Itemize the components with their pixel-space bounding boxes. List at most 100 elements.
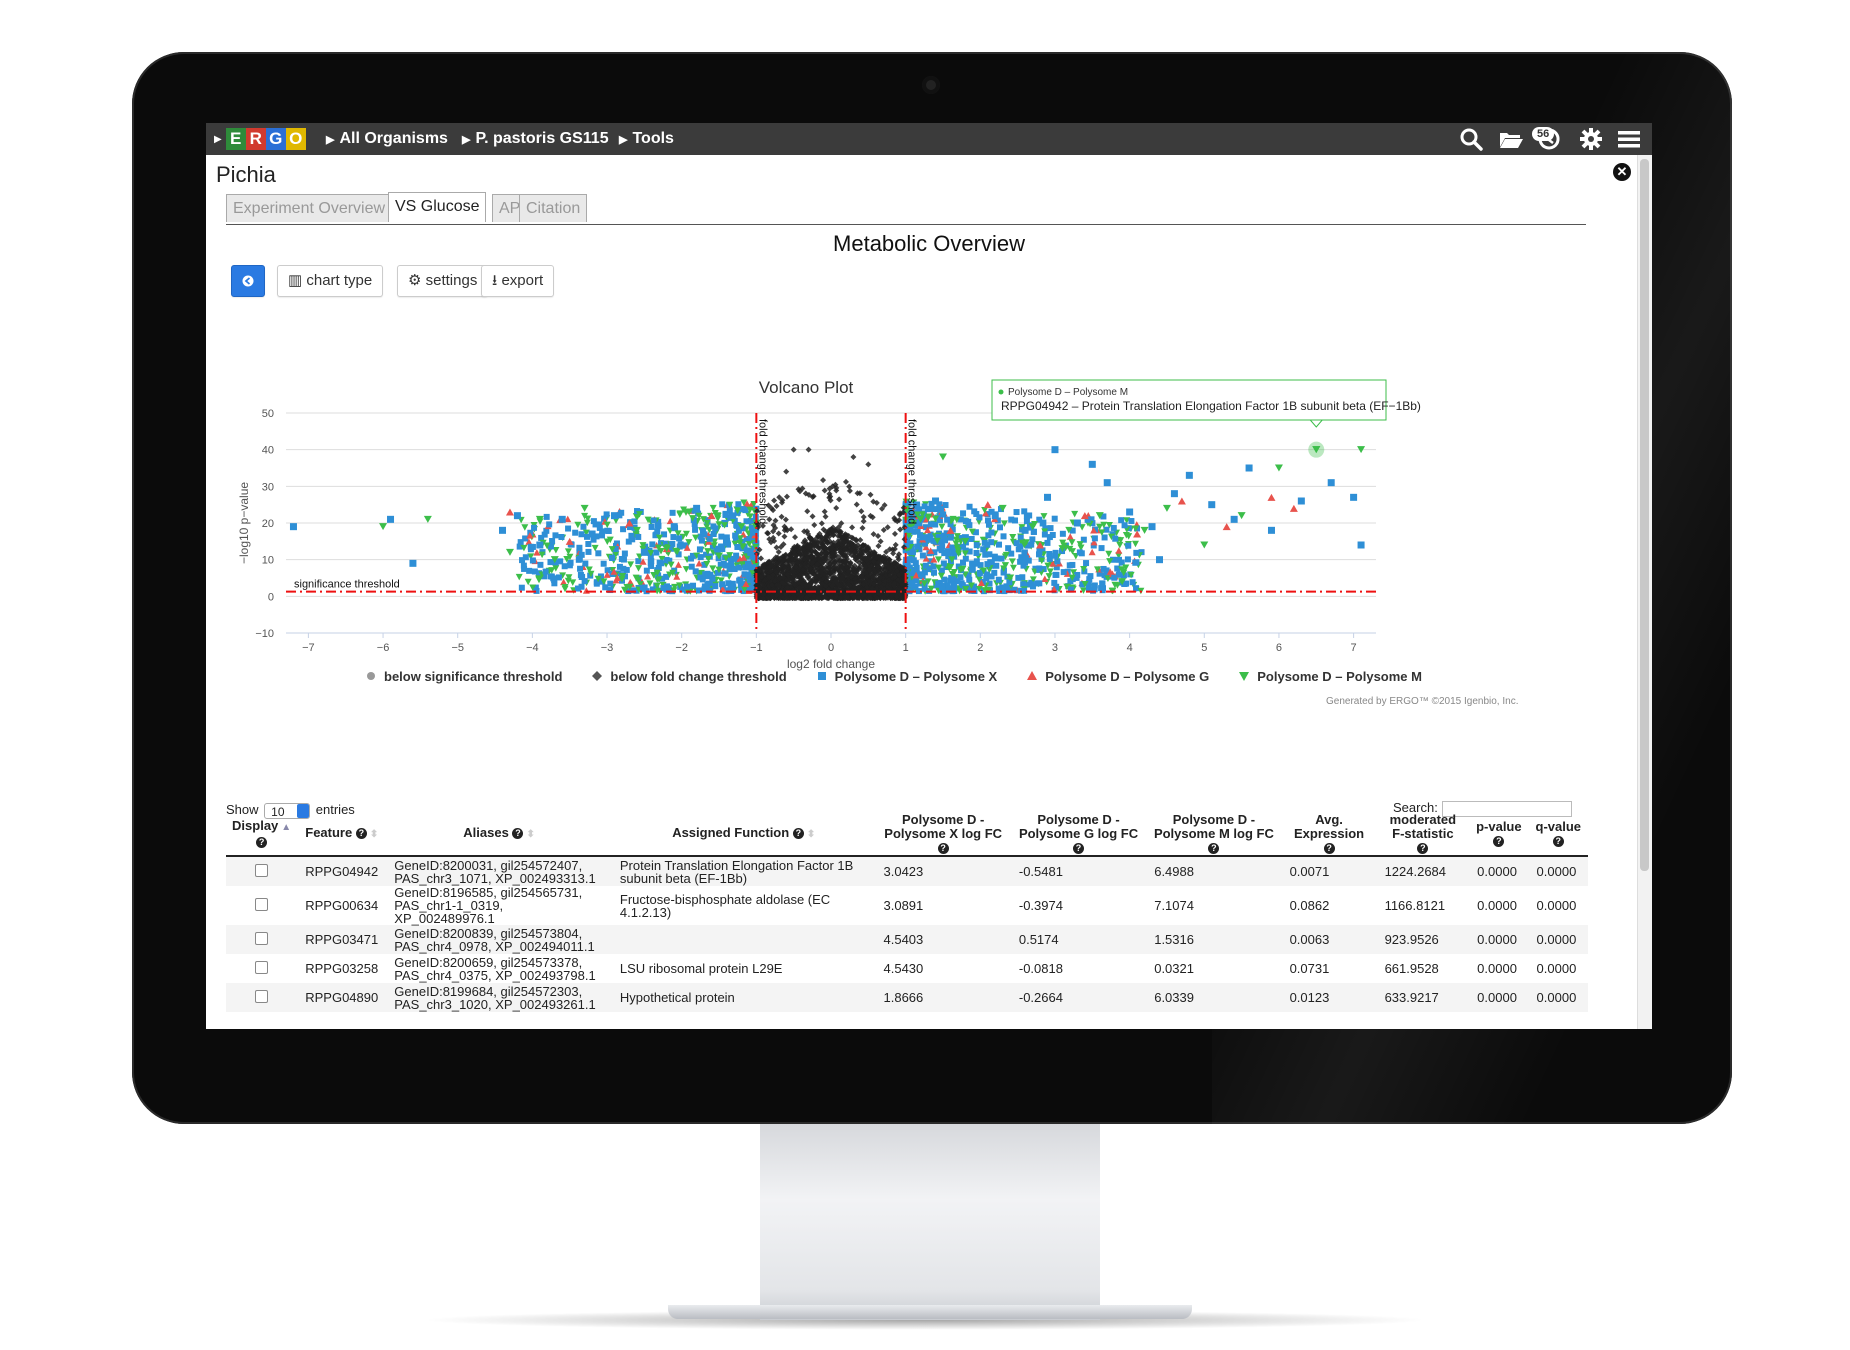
display-checkbox[interactable] — [255, 990, 269, 1003]
data-point — [1021, 526, 1029, 534]
legend-item[interactable]: Polysome D – Polysome X — [817, 666, 997, 686]
data-point — [581, 578, 588, 585]
logo-letter: G — [265, 128, 286, 150]
data-point — [1013, 509, 1020, 516]
data-point — [577, 565, 584, 572]
data-point — [635, 565, 643, 572]
data-point — [907, 526, 914, 533]
data-point — [966, 522, 973, 529]
data-point — [596, 524, 603, 531]
col-display[interactable]: Display ▲? — [226, 813, 298, 857]
col-assigned-function[interactable]: Assigned Function ? ⬍ — [611, 813, 876, 857]
display-checkbox[interactable] — [255, 864, 269, 877]
legend-item[interactable]: below fold change threshold — [592, 666, 787, 686]
cell-feature: RPPG04890 — [297, 983, 387, 1012]
data-point — [820, 477, 827, 484]
nav-all-organisms[interactable]: ▶ All Organisms — [326, 130, 448, 148]
help-icon[interactable]: ? — [1208, 843, 1220, 855]
legend-item[interactable]: Polysome D – Polysome M — [1239, 666, 1422, 686]
data-point — [1060, 569, 1067, 576]
data-point — [1051, 446, 1059, 454]
export-button[interactable]: ⭳ export — [481, 265, 555, 297]
table-row[interactable]: RPPG00634 GeneID:8196585, gil254565731, P… — [226, 886, 1588, 925]
menu-icon[interactable] — [1616, 127, 1642, 151]
cell-function: Hypothetical protein — [611, 983, 876, 1012]
data-point — [1051, 579, 1058, 586]
table-row[interactable]: RPPG04942 GeneID:8200031, gil254572407, P… — [226, 856, 1588, 886]
help-icon[interactable]: ? — [512, 828, 524, 840]
data-point — [379, 523, 388, 531]
tab-experiment-overview[interactable]: Experiment Overview — [226, 194, 393, 222]
tab-citation[interactable]: Citation — [519, 194, 588, 222]
x-tick-label: 5 — [1201, 642, 1207, 654]
help-icon[interactable]: ? — [1073, 843, 1085, 855]
cell-f: 1224.2684 — [1376, 856, 1470, 886]
cell-m: 7.1074 — [1154, 898, 1194, 913]
data-point — [593, 580, 600, 587]
download-icon: ⭳ — [492, 272, 498, 289]
search-icon[interactable] — [1458, 127, 1484, 151]
nav-tools[interactable]: ▶ Tools — [619, 130, 674, 148]
col-avg-expression[interactable]: Avg. Expression? — [1281, 813, 1377, 857]
x-tick-label: −5 — [451, 642, 464, 654]
display-checkbox[interactable] — [255, 932, 269, 945]
x-tick-label: 4 — [1127, 642, 1133, 654]
data-point — [1008, 550, 1015, 557]
data-point — [649, 541, 656, 548]
display-checkbox[interactable] — [255, 898, 269, 911]
close-icon[interactable]: ✕ — [1613, 163, 1631, 181]
tab-vs-glucose[interactable]: VS Glucose — [388, 192, 487, 222]
table-row[interactable]: RPPG03471 GeneID:8200839, gil254573804, P… — [226, 925, 1588, 954]
data-point — [1099, 580, 1106, 587]
nav-organism[interactable]: ▶ P. pastoris GS115 — [462, 130, 609, 148]
cell-feature: RPPG04942 — [297, 856, 387, 886]
chart-type-button[interactable]: ▥ chart type — [277, 265, 384, 297]
back-button[interactable] — [231, 265, 265, 297]
cell-f: 1166.8121 — [1384, 898, 1446, 913]
col-p-value[interactable]: p-value? — [1469, 813, 1529, 857]
data-point — [739, 506, 746, 513]
cell-x: 1.8666 — [875, 983, 1011, 1012]
help-icon[interactable]: ? — [937, 843, 949, 855]
data-point — [809, 513, 816, 520]
data-point — [932, 497, 940, 505]
data-point — [558, 534, 565, 541]
gear-icon[interactable] — [1578, 127, 1604, 151]
col-q-value[interactable]: q-value? — [1528, 813, 1588, 857]
help-icon[interactable]: ? — [1493, 836, 1505, 848]
legend-item[interactable]: Polysome D – Polysome G — [1027, 666, 1209, 686]
data-point — [940, 560, 947, 567]
display-checkbox[interactable] — [255, 961, 269, 974]
table-row[interactable]: RPPG04890 GeneID:8199684, gil254572303, P… — [226, 983, 1588, 1012]
data-point — [1110, 524, 1117, 531]
scrollbar-thumb[interactable] — [1640, 159, 1649, 871]
data-point — [663, 583, 670, 590]
display-cell — [226, 856, 298, 886]
col-logfc-m[interactable]: Polysome D - Polysome M log FC ? — [1146, 813, 1282, 857]
col-feature[interactable]: Feature ? ⬍ — [297, 813, 387, 857]
data-point — [1116, 541, 1124, 549]
data-point — [1128, 518, 1135, 525]
help-icon[interactable]: ? — [792, 828, 804, 840]
ergo-logo[interactable]: ▶ E R G O — [214, 127, 306, 151]
help-icon[interactable]: ? — [1552, 836, 1564, 848]
tooltip-series-dot — [998, 389, 1004, 395]
col-logfc-g[interactable]: Polysome D - Polysome G log FC ? — [1010, 813, 1147, 857]
help-icon[interactable]: ? — [1323, 843, 1335, 855]
data-point — [644, 573, 652, 580]
legend-item[interactable]: below significance threshold — [366, 666, 562, 686]
data-point — [1006, 579, 1013, 586]
col-aliases[interactable]: Aliases ? ⬍ — [386, 813, 612, 857]
help-icon[interactable]: ? — [355, 828, 367, 840]
data-point — [1030, 528, 1037, 535]
col-f-statistic[interactable]: moderated F-statistic? — [1376, 813, 1470, 857]
fold-change-threshold-label: fold change threshold — [756, 419, 768, 524]
col-logfc-x[interactable]: Polysome D - Polysome X log FC ? — [875, 813, 1011, 857]
help-icon[interactable]: ? — [256, 837, 268, 849]
help-icon[interactable]: ? — [1417, 843, 1429, 855]
table-row[interactable]: RPPG03258 GeneID:8200659, gil254573378, P… — [226, 954, 1588, 983]
settings-button[interactable]: ⚙ settings — [397, 265, 489, 297]
data-point — [712, 583, 719, 590]
results-table: Display ▲? Feature ? ⬍ Aliases ? ⬍ Assigned… — [226, 813, 1588, 1012]
folder-icon[interactable] — [1498, 127, 1524, 151]
